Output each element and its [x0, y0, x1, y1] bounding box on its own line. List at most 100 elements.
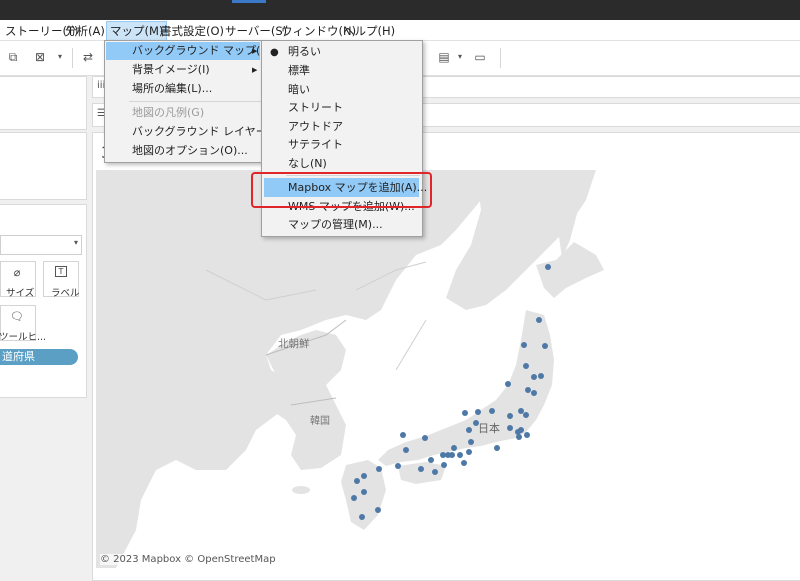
point[interactable] [507, 425, 513, 431]
submenu-item-none[interactable]: なし(N) [288, 154, 327, 173]
point[interactable] [518, 408, 524, 414]
point[interactable] [538, 373, 544, 379]
map-label-japan: 日本 [478, 422, 500, 435]
show-me-icon[interactable]: ▤ [436, 49, 452, 65]
point[interactable] [376, 466, 382, 472]
menu-separator [129, 101, 261, 102]
point[interactable] [462, 410, 468, 416]
point[interactable] [375, 507, 381, 513]
menu-analysis[interactable]: 分析(A) [65, 23, 105, 39]
point[interactable] [445, 452, 451, 458]
submenu-item-outdoors[interactable]: アウトドア [288, 117, 343, 136]
point[interactable] [545, 264, 551, 270]
point[interactable] [507, 413, 513, 419]
point[interactable] [505, 381, 511, 387]
window-title-bar [0, 0, 800, 20]
point[interactable] [359, 514, 365, 520]
highlight-callout [251, 172, 432, 208]
submenu-item-normal[interactable]: 標準 [288, 61, 310, 80]
tooltip-button[interactable]: 🗨 ツールヒ... [0, 305, 46, 343]
point[interactable] [457, 452, 463, 458]
point[interactable] [428, 457, 434, 463]
submenu-item-manage-maps[interactable]: マップの管理(M)... [288, 215, 383, 234]
menu-item-background-image[interactable]: 背景イメージ(I) [132, 60, 210, 79]
check-bullet-icon: ● [270, 47, 279, 58]
filters-shelf [0, 132, 87, 200]
point[interactable] [432, 469, 438, 475]
border-province [395, 319, 427, 371]
toolbar-separator [72, 48, 73, 68]
land-jeju [292, 486, 310, 494]
toolbar-separator [500, 48, 501, 68]
point[interactable] [523, 412, 529, 418]
point[interactable] [466, 449, 472, 455]
tooltip-label: ツールヒ... [0, 332, 47, 343]
point[interactable] [521, 342, 527, 348]
land-hokkaido [536, 242, 604, 298]
menu-item-map-legend: 地図の凡例(G) [132, 106, 205, 119]
map-attribution: © 2023 Mapbox © OpenStreetMap [100, 554, 276, 565]
speech-bubble-icon: 🗨 [10, 310, 24, 323]
point[interactable] [418, 466, 424, 472]
presentation-icon[interactable]: ▭ [472, 49, 488, 65]
title-accent [232, 0, 266, 3]
point[interactable] [516, 434, 522, 440]
submenu-arrow-icon: ▶ [252, 66, 258, 74]
submenu-item-dark[interactable]: 暗い [288, 80, 310, 99]
size-icon: ⌀ [13, 266, 21, 279]
point[interactable] [524, 432, 530, 438]
menu-help[interactable]: ヘルプ(H) [343, 23, 395, 39]
label-label: ラベル [51, 288, 80, 299]
point[interactable] [400, 432, 406, 438]
menu-item-background-map[interactable]: バックグラウンド マップ(K) [132, 41, 272, 60]
label-button[interactable]: T ラベル [43, 261, 80, 299]
marks-card: ▾ ⌀ サイズ T ラベル 🗨 ツールヒ... [0, 204, 87, 398]
point[interactable] [468, 439, 474, 445]
point[interactable] [466, 427, 472, 433]
dropdown-arrow-icon[interactable]: ▾ [452, 49, 468, 65]
size-button[interactable]: ⌀ サイズ [0, 261, 36, 299]
menu-format[interactable]: 書式設定(O) [160, 23, 224, 39]
point[interactable] [531, 374, 537, 380]
point[interactable] [351, 495, 357, 501]
point[interactable] [461, 460, 467, 466]
submenu-item-satellite[interactable]: サテライト [288, 135, 343, 154]
map-label-north-korea: 北朝鮮 [278, 338, 310, 350]
submenu-item-streets[interactable]: ストリート [288, 98, 343, 117]
menu-map[interactable]: マップ(M) [106, 21, 168, 41]
submenu-arrow-icon: ▶ [252, 47, 258, 55]
point[interactable] [403, 447, 409, 453]
submenu-item-light[interactable]: 明るい [288, 42, 321, 61]
land-shikoku [398, 462, 446, 484]
clear-sheet-icon[interactable]: ⊠ [32, 49, 48, 65]
point[interactable] [542, 343, 548, 349]
point[interactable] [475, 409, 481, 415]
point[interactable] [422, 435, 428, 441]
basemap [96, 170, 604, 568]
map-canvas[interactable]: 北朝鮮 韓国 日本 © 2023 Mapbox © OpenStreetMap [96, 170, 800, 568]
menu-item-map-options[interactable]: 地図のオプション(O)... [132, 141, 248, 160]
point[interactable] [395, 463, 401, 469]
point[interactable] [531, 390, 537, 396]
point[interactable] [518, 427, 524, 433]
point[interactable] [361, 489, 367, 495]
point[interactable] [441, 462, 447, 468]
point[interactable] [536, 317, 542, 323]
size-label: サイズ [6, 288, 35, 299]
field-pill-prefecture[interactable]: 道府県 [0, 349, 78, 365]
map-menu: バックグラウンド マップ(K) ▶ 背景イメージ(I) ▶ 場所の編集(L)..… [104, 40, 293, 163]
point[interactable] [523, 363, 529, 369]
text-icon: T [55, 266, 67, 277]
point[interactable] [354, 478, 360, 484]
point[interactable] [525, 387, 531, 393]
point[interactable] [361, 473, 367, 479]
point[interactable] [451, 445, 457, 451]
swap-icon[interactable]: ⇄ [80, 49, 96, 65]
dropdown-arrow-icon[interactable]: ▾ [52, 49, 68, 65]
duplicate-icon[interactable]: ⧉ [5, 49, 21, 65]
point[interactable] [494, 445, 500, 451]
menu-server[interactable]: サーバー(S) [225, 23, 287, 39]
point[interactable] [489, 408, 495, 414]
menu-item-edit-locations[interactable]: 場所の編集(L)... [132, 79, 212, 98]
mark-type-select[interactable]: ▾ [0, 235, 82, 255]
